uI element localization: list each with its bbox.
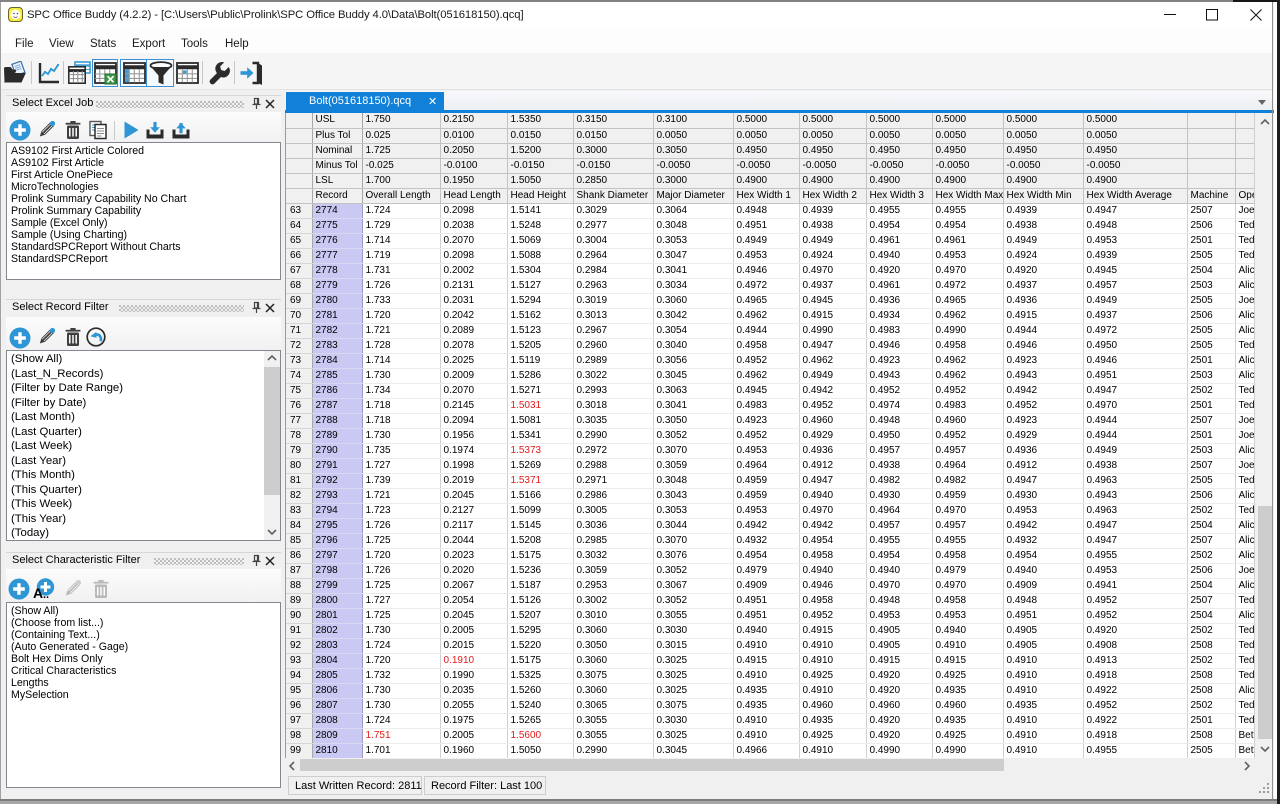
svg-text:A: A [33,585,43,599]
svg-text:..: .. [43,589,49,599]
